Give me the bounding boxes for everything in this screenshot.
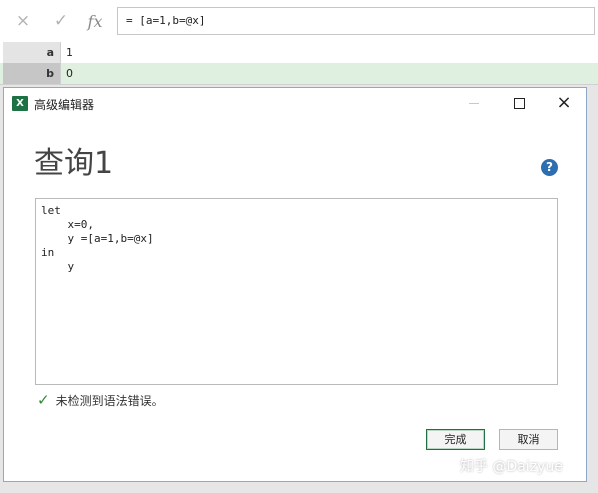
record-row-b[interactable]: b 0	[0, 63, 598, 85]
code-text[interactable]: let x=0, y =[a=1,b=@x] in y	[36, 199, 557, 274]
watermark: 知乎 @Daizyue	[460, 459, 563, 475]
minimize-icon	[469, 102, 479, 104]
cancel-button[interactable]: 取消	[499, 429, 558, 450]
row-header[interactable]: a	[3, 42, 61, 63]
minimize-button[interactable]	[454, 90, 494, 116]
cancel-icon[interactable]: ×	[12, 10, 34, 32]
close-icon: ×	[556, 92, 572, 113]
window-title: 高级编辑器	[34, 98, 95, 112]
row-value[interactable]: 1	[66, 42, 73, 63]
code-editor[interactable]: let x=0, y =[a=1,b=@x] in y	[35, 198, 558, 385]
excel-icon: X	[12, 96, 28, 111]
help-icon[interactable]: ?	[541, 159, 558, 176]
maximize-button[interactable]	[499, 90, 539, 116]
formula-input[interactable]: = [a=1,b=@x]	[117, 7, 595, 35]
query-title: 查询1	[34, 146, 114, 181]
row-value[interactable]: 0	[66, 63, 73, 84]
record-row-a[interactable]: a 1	[0, 42, 598, 64]
advanced-editor-dialog: X 高级编辑器 × 查询1 ? let x=0, y =[a=1,b=@x] i…	[3, 87, 587, 482]
status-text: 未检测到语法错误。	[55, 393, 164, 408]
check-icon: ✓	[37, 391, 50, 409]
fx-icon[interactable]: fx	[84, 10, 106, 32]
title-bar[interactable]: X 高级编辑器 ×	[4, 88, 586, 118]
formula-bar: × ✓ fx = [a=1,b=@x]	[0, 0, 598, 43]
enter-icon[interactable]: ✓	[50, 10, 72, 32]
row-header[interactable]: b	[3, 63, 61, 84]
done-button[interactable]: 完成	[426, 429, 485, 450]
syntax-status: ✓ 未检测到语法错误。	[37, 391, 164, 409]
close-button[interactable]: ×	[544, 90, 584, 116]
maximize-icon	[513, 97, 525, 109]
